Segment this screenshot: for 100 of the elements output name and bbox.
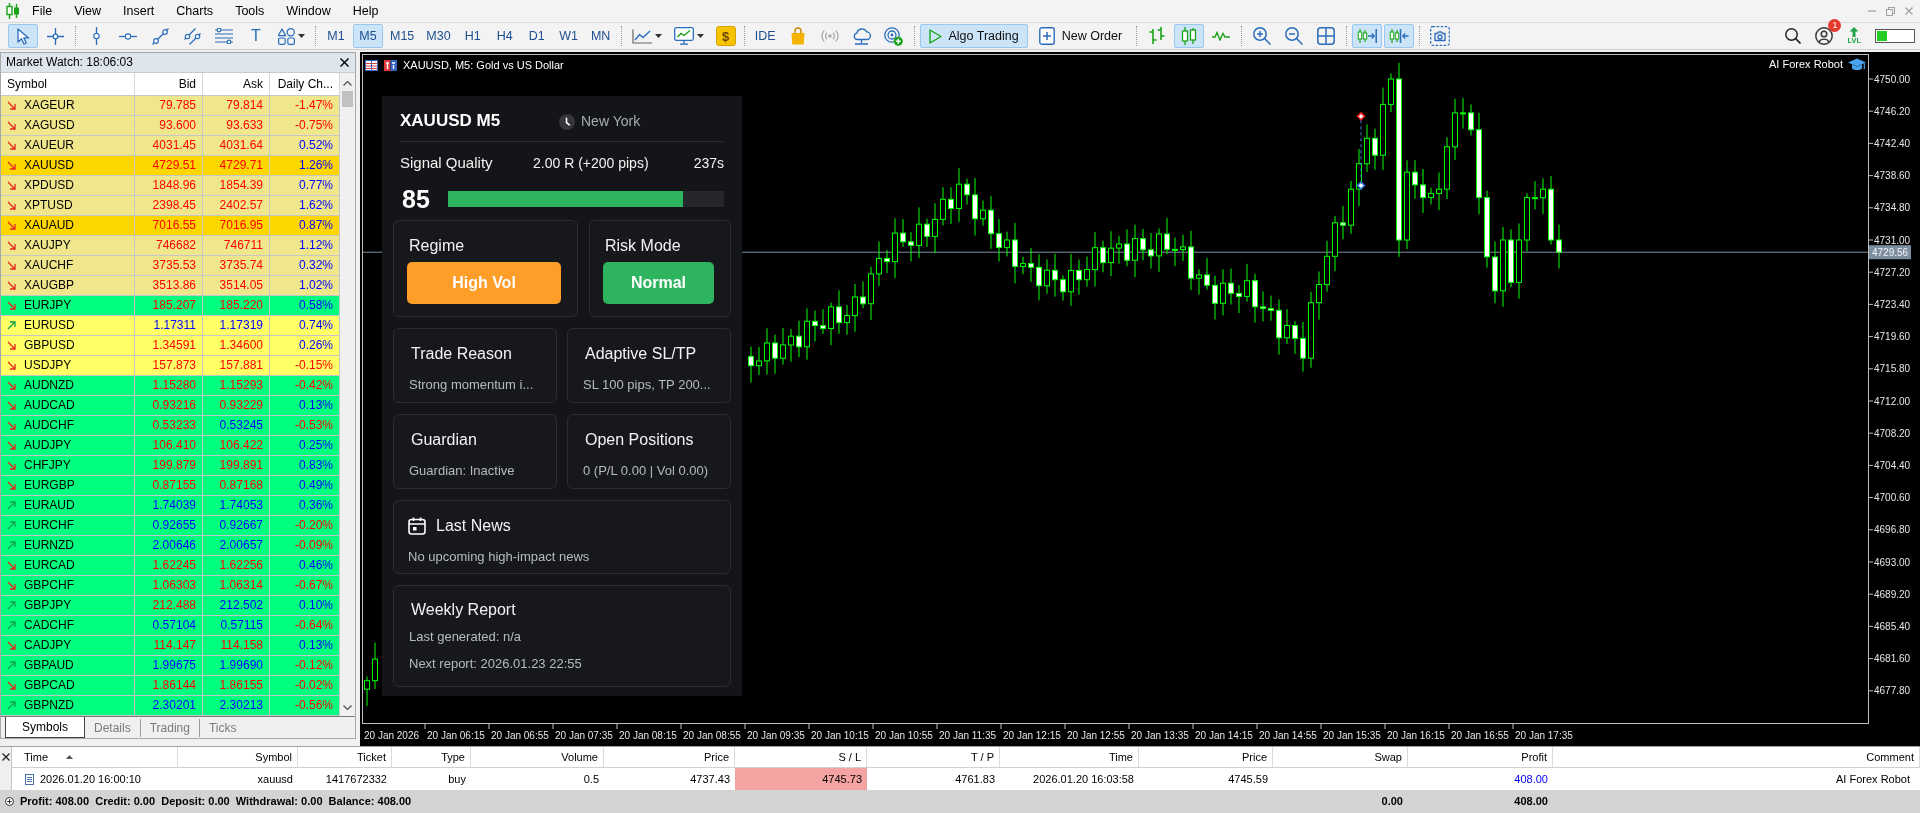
quote-row[interactable]: GBPCAD 1.86144 1.86155 -0.02%: [1, 676, 340, 696]
cursor-button[interactable]: [8, 24, 38, 48]
split-tile-icon[interactable]: [384, 60, 397, 72]
quote-row[interactable]: AUDJPY 106.410 106.422 0.25%: [1, 436, 340, 456]
quote-row[interactable]: EURJPY 185.207 185.220 0.58%: [1, 296, 340, 316]
column-header[interactable]: Profit: [1521, 751, 1547, 763]
timeframe-button[interactable]: M30: [421, 24, 456, 48]
timeframe-button[interactable]: W1: [553, 24, 584, 48]
quote-row[interactable]: CADCHF 0.57104 0.57115 -0.64%: [1, 616, 340, 636]
zoom-in-icon: [1253, 27, 1272, 45]
scroll-up-icon[interactable]: [343, 81, 352, 86]
timeframe-button[interactable]: H1: [457, 24, 488, 48]
quote-row[interactable]: EURCHF 0.92655 0.92667 -0.20%: [1, 516, 340, 536]
up-arrow-icon[interactable]: [1849, 27, 1860, 37]
symbol-name: GBPCHF: [24, 577, 74, 594]
menu-item[interactable]: Window: [275, 1, 342, 21]
tab[interactable]: Details: [85, 719, 140, 737]
quote-row[interactable]: XAUEUR 4031.45 4031.64 0.52%: [1, 136, 340, 156]
quote-row[interactable]: EURGBP 0.87155 0.87168 0.49%: [1, 476, 340, 496]
quote-row[interactable]: CHFJPY 199.879 199.891 0.83%: [1, 456, 340, 476]
timeframe-button[interactable]: H4: [489, 24, 520, 48]
chart-shift-button[interactable]: [1384, 24, 1415, 48]
column-header[interactable]: Symbol: [1, 73, 135, 95]
column-header[interactable]: Time: [1108, 751, 1133, 763]
trend-line-icon: [151, 27, 169, 45]
column-header[interactable]: Volume: [561, 751, 598, 763]
quote-row[interactable]: EURNZD 2.00646 2.00657 -0.09%: [1, 536, 340, 556]
quote-row[interactable]: GBPCHF 1.06303 1.06314 -0.67%: [1, 576, 340, 596]
menu-item[interactable]: Charts: [165, 1, 225, 21]
search-icon[interactable]: [1785, 28, 1802, 44]
quote-row[interactable]: CADJPY 114.147 114.158 0.13%: [1, 636, 340, 656]
menu-item[interactable]: Tools: [224, 1, 276, 21]
column-header[interactable]: Type: [441, 751, 465, 763]
timeframe-button[interactable]: D1: [521, 24, 552, 48]
tab[interactable]: Trading: [139, 719, 199, 737]
column-header[interactable]: Bid: [135, 73, 203, 95]
auto-scroll-button[interactable]: [1352, 24, 1383, 48]
quote-row[interactable]: AUDCHF 0.53233 0.53245 -0.53%: [1, 416, 340, 436]
close-icon[interactable]: [340, 58, 349, 67]
tab[interactable]: Symbols: [5, 717, 85, 738]
column-header[interactable]: Comment: [1866, 751, 1914, 763]
ide-button[interactable]: IDE: [749, 24, 781, 48]
target-reading: 2.00 R (+200 pips): [533, 154, 649, 172]
symbol-name: GBPJPY: [24, 597, 72, 614]
quote-row[interactable]: AUDCAD 0.93216 0.93229 0.13%: [1, 396, 340, 416]
quote-row[interactable]: GBPAUD 1.99675 1.99690 -0.12%: [1, 656, 340, 676]
column-header[interactable]: Time: [24, 747, 49, 767]
price-axis-label: 4700.60: [1874, 492, 1911, 504]
quote-row[interactable]: EURUSD 1.17311 1.17319 0.74%: [1, 316, 340, 336]
menu-item[interactable]: View: [63, 1, 113, 21]
quote-row[interactable]: XAUGBP 3513.86 3514.05 1.02%: [1, 276, 340, 296]
scroll-down-icon[interactable]: [343, 705, 352, 710]
dollar-button[interactable]: $: [715, 26, 736, 46]
text-tool-button[interactable]: T: [241, 24, 271, 48]
quote-row[interactable]: GBPJPY 212.488 212.502 0.10%: [1, 596, 340, 616]
column-header[interactable]: S / L: [838, 751, 861, 763]
quote-row[interactable]: GBPNZD 2.30201 2.30213 -0.56%: [1, 696, 340, 716]
price-axis-label: 4723.40: [1874, 298, 1911, 310]
card-title: Adaptive SL/TP: [584, 344, 698, 364]
column-header[interactable]: Ask: [203, 73, 270, 95]
quote-row[interactable]: XAGUSD 93.600 93.633 -0.75%: [1, 116, 340, 136]
table-cell: 4745.73: [735, 768, 867, 790]
scrollbar-thumb[interactable]: [342, 91, 353, 107]
candlestick-button[interactable]: [1174, 24, 1205, 48]
quote-row[interactable]: XPTUSD 2398.45 2402.57 1.62%: [1, 196, 340, 216]
new-order-button[interactable]: New Order: [1029, 24, 1132, 48]
column-header[interactable]: Symbol: [255, 751, 292, 763]
quote-row[interactable]: XPDUSD 1848.96 1854.39 0.77%: [1, 176, 340, 196]
quote-row[interactable]: XAUUSD 4729.51 4729.71 1.26%: [1, 156, 340, 176]
sort-ascending-icon[interactable]: [66, 755, 74, 759]
menu-item[interactable]: Help: [341, 1, 390, 21]
timeframe-button[interactable]: M1: [321, 24, 351, 48]
menu-item[interactable]: Insert: [112, 1, 166, 21]
expand-icon[interactable]: [5, 797, 14, 806]
column-header[interactable]: Price: [1241, 751, 1267, 763]
status-indicator: High Vol: [407, 262, 561, 304]
column-header[interactable]: T / P: [970, 751, 994, 763]
column-header[interactable]: Ticket: [357, 751, 386, 763]
timeframe-button[interactable]: M5: [353, 24, 383, 48]
quote-row[interactable]: XAUCHF 3735.53 3735.74 0.32%: [1, 256, 340, 276]
close-icon[interactable]: [1, 753, 10, 761]
quote-row[interactable]: XAUJPY 746682 746711 1.12%: [1, 236, 340, 256]
scrollbar[interactable]: [340, 73, 355, 716]
quote-row[interactable]: GBPUSD 1.34591 1.34600 0.26%: [1, 336, 340, 356]
algo-trading-button[interactable]: Algo Trading: [919, 24, 1028, 48]
quote-row[interactable]: XAUAUD 7016.55 7016.95 0.87%: [1, 216, 340, 236]
quote-row[interactable]: XAGEUR 79.785 79.814 -1.47%: [1, 96, 340, 116]
timeframe-button[interactable]: MN: [585, 24, 616, 48]
table-icon[interactable]: [365, 60, 378, 72]
quote-row[interactable]: AUDNZD 1.15280 1.15293 -0.42%: [1, 376, 340, 396]
card-title: Guardian: [410, 430, 478, 450]
menu-item[interactable]: File: [21, 1, 64, 21]
user-icon[interactable]: [1815, 27, 1834, 45]
quote-row[interactable]: EURAUD 1.74039 1.74053 0.36%: [1, 496, 340, 516]
quote-row[interactable]: USDJPY 157.873 157.881 -0.15%: [1, 356, 340, 376]
quote-row[interactable]: EURCAD 1.62245 1.62256 0.46%: [1, 556, 340, 576]
timeframe-button[interactable]: M15: [385, 24, 420, 48]
column-header[interactable]: Swap: [1374, 751, 1402, 763]
tab[interactable]: Ticks: [198, 719, 246, 737]
column-header[interactable]: Price: [703, 751, 729, 763]
